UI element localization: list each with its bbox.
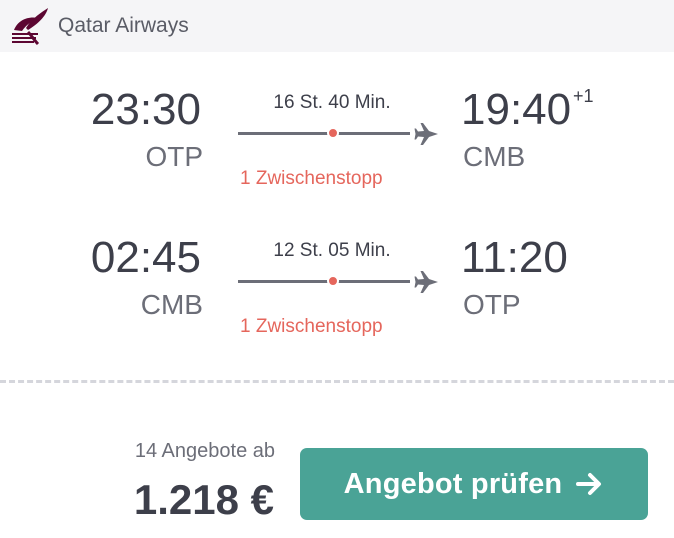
route-track — [238, 132, 410, 135]
stops-label: 1 Zwischenstopp — [240, 316, 383, 337]
arrival-day-offset: +1 — [573, 86, 594, 106]
outbound-segment: 23:30 OTP 16 St. 40 Min. 1 Zwischenstopp… — [0, 82, 674, 202]
stop-dot — [327, 275, 339, 287]
departure-time: 02:45 — [90, 233, 201, 282]
flight-duration: 16 St. 40 Min. — [273, 92, 391, 113]
stops-label: 1 Zwischenstopp — [240, 168, 383, 189]
return-segment: 02:45 CMB 12 St. 05 Min. 1 Zwischenstopp… — [0, 230, 674, 350]
arrow-right-icon — [576, 473, 602, 495]
plane-icon — [414, 271, 438, 293]
arrival-time: 19:40 — [461, 85, 572, 134]
departure-time: 23:30 — [90, 85, 201, 134]
route-line — [238, 122, 444, 145]
route-line — [238, 270, 444, 293]
flight-duration: 12 St. 05 Min. — [273, 240, 391, 261]
route-track — [238, 280, 410, 283]
price: 1.218 € — [133, 476, 274, 523]
plane-icon — [414, 123, 438, 145]
departure-code: OTP — [145, 141, 203, 172]
oryx-logo-icon — [12, 8, 48, 46]
offer-count: 14 Angebote ab — [134, 440, 275, 462]
check-offer-label: Angebot prüfen — [343, 467, 563, 500]
arrival-time: 11:20 — [461, 233, 568, 282]
arrival-code: OTP — [463, 289, 521, 320]
airline-name: Qatar Airways — [58, 14, 189, 37]
stop-dot — [327, 127, 339, 139]
check-offer-button[interactable]: Angebot prüfen — [300, 448, 648, 520]
dashed-divider — [0, 380, 674, 383]
departure-code: CMB — [140, 289, 203, 320]
arrival-code: CMB — [463, 141, 526, 172]
airline-info: Qatar Airways — [8, 6, 189, 46]
